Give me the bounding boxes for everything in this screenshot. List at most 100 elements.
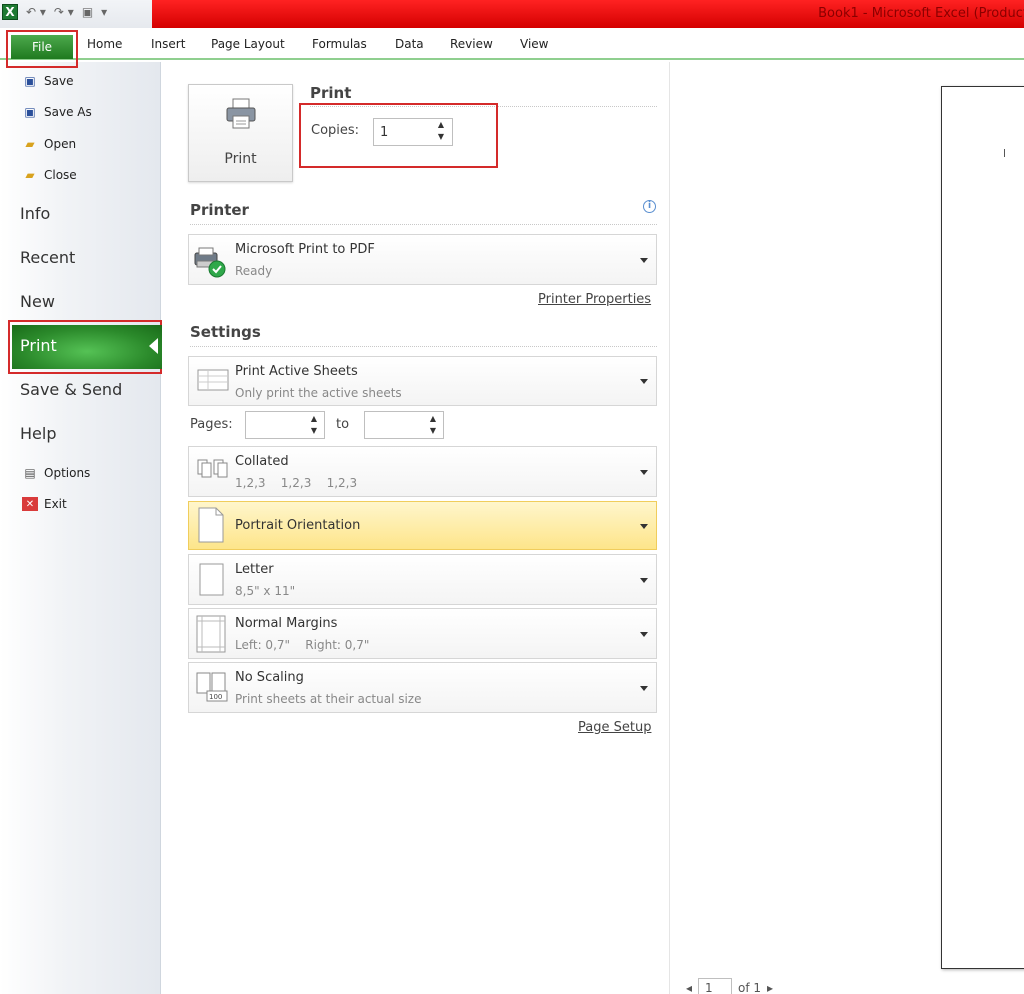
nav-recent[interactable]: Recent xyxy=(20,248,75,267)
preview-divider xyxy=(669,62,670,994)
redo-icon[interactable]: ↷ ▾ xyxy=(54,5,74,19)
nav-save-send[interactable]: Save & Send xyxy=(20,380,122,399)
printer-status: Ready xyxy=(235,264,273,278)
copies-label: Copies: xyxy=(311,123,360,138)
excel-logo-icon: X xyxy=(2,4,18,20)
chevron-down-icon xyxy=(640,578,648,583)
portrait-page-icon xyxy=(198,507,224,543)
active-sheets-subtitle: Only print the active sheets xyxy=(235,386,402,400)
copies-highlight: Copies: ▲▼ xyxy=(299,103,498,168)
orientation-dropdown[interactable]: Portrait Orientation xyxy=(188,501,657,550)
print-heading: Print xyxy=(310,84,352,102)
close-folder-icon: ▰ xyxy=(25,168,35,182)
nav-print-highlight: Print xyxy=(8,320,162,374)
nav-new[interactable]: New xyxy=(20,292,55,311)
preview-content-mark xyxy=(1004,149,1005,157)
file-tab-highlight: File xyxy=(6,30,78,68)
printer-name: Microsoft Print to PDF xyxy=(235,242,375,257)
previous-page-icon[interactable]: ◂ xyxy=(686,981,692,994)
title-bar: X ↶ ▾ ↷ ▾ ▣ ▾ Book1 - Microsoft Excel (P… xyxy=(0,0,1024,28)
tab-insert[interactable]: Insert xyxy=(151,37,185,51)
pages-label: Pages: xyxy=(190,417,233,432)
collated-title: Collated xyxy=(235,454,289,469)
tab-file[interactable]: File xyxy=(11,35,73,59)
pages-to-stepper-icon[interactable]: ▲ ▼ xyxy=(427,413,439,437)
tab-formulas[interactable]: Formulas xyxy=(312,37,367,51)
nav-help[interactable]: Help xyxy=(20,424,56,443)
page-number-input[interactable]: 1 xyxy=(698,978,733,994)
margins-dropdown[interactable]: Normal Margins Left: 0,7" Right: 0,7" xyxy=(188,608,657,659)
chevron-down-icon xyxy=(640,686,648,691)
tab-page-layout[interactable]: Page Layout xyxy=(211,37,285,51)
print-button-label: Print xyxy=(224,151,257,167)
nav-print-label: Print xyxy=(20,336,57,355)
pages-to-label: to xyxy=(336,417,350,432)
scaling-icon: 100 xyxy=(196,672,228,702)
info-icon[interactable]: i xyxy=(643,200,656,213)
chevron-down-icon xyxy=(640,379,648,384)
nav-info[interactable]: Info xyxy=(20,204,50,223)
tab-review[interactable]: Review xyxy=(450,37,493,51)
margins-title: Normal Margins xyxy=(235,616,338,631)
title-bar-red: Book1 - Microsoft Excel (Product xyxy=(152,0,1024,28)
nav-close[interactable]: ▰ Close xyxy=(22,168,77,182)
save-as-icon: ▣ xyxy=(24,105,36,119)
chevron-down-icon xyxy=(640,524,648,529)
selected-arrow-icon xyxy=(149,338,158,354)
exit-icon: ✕ xyxy=(22,497,38,511)
margins-icon xyxy=(196,615,226,653)
margins-subtitle: Left: 0,7" Right: 0,7" xyxy=(235,638,370,652)
printer-icon xyxy=(226,98,256,129)
copies-stepper-icon[interactable]: ▲ ▼ xyxy=(435,119,447,143)
customize-toolbar-icon[interactable]: ▾ xyxy=(101,5,107,19)
printer-heading: Printer xyxy=(190,201,249,219)
divider xyxy=(190,346,657,347)
printer-properties-link[interactable]: Printer Properties xyxy=(538,292,651,307)
nav-save-label: Save xyxy=(44,74,74,88)
options-icon: ▤ xyxy=(24,466,36,480)
nav-save-as-label: Save As xyxy=(44,105,92,119)
save-icon[interactable]: ▣ xyxy=(82,5,93,19)
nav-save-as[interactable]: ▣ Save As xyxy=(22,105,92,119)
next-page-icon[interactable]: ▸ xyxy=(767,981,773,994)
save-icon: ▣ xyxy=(24,74,36,88)
chevron-down-icon xyxy=(640,258,648,263)
scaling-dropdown[interactable]: 100 No Scaling Print sheets at their act… xyxy=(188,662,657,713)
nav-save[interactable]: ▣ Save xyxy=(22,74,73,88)
nav-close-label: Close xyxy=(44,168,77,182)
nav-open[interactable]: ▰ Open xyxy=(22,137,76,151)
ribbon-tabs: Home Insert Page Layout Formulas Data Re… xyxy=(0,28,1024,60)
collated-dropdown[interactable]: Collated 1,2,3 1,2,3 1,2,3 xyxy=(188,446,657,497)
scaling-subtitle: Print sheets at their actual size xyxy=(235,692,422,706)
paper-title: Letter xyxy=(235,562,274,577)
nav-exit[interactable]: ✕ Exit xyxy=(22,497,67,511)
nav-options[interactable]: ▤ Options xyxy=(22,466,90,480)
tab-data[interactable]: Data xyxy=(395,37,424,51)
page-setup-link[interactable]: Page Setup xyxy=(578,720,651,735)
paper-size-dropdown[interactable]: Letter 8,5" x 11" xyxy=(188,554,657,605)
divider xyxy=(190,224,657,225)
quick-access-toolbar: X ↶ ▾ ↷ ▾ ▣ ▾ xyxy=(2,4,107,20)
undo-icon[interactable]: ↶ ▾ xyxy=(26,5,46,19)
tab-home[interactable]: Home xyxy=(87,37,122,51)
paper-icon xyxy=(199,563,224,596)
collated-icon xyxy=(197,459,228,478)
page-total: of 1 xyxy=(738,981,762,994)
chevron-down-icon xyxy=(640,632,648,637)
print-button[interactable]: Print xyxy=(188,84,293,182)
orientation-title: Portrait Orientation xyxy=(235,518,361,533)
nav-exit-label: Exit xyxy=(44,497,67,511)
printer-dropdown[interactable]: Microsoft Print to PDF Ready xyxy=(188,234,657,285)
sheets-icon xyxy=(197,369,229,391)
printer-ready-icon xyxy=(194,247,226,278)
paper-subtitle: 8,5" x 11" xyxy=(235,584,296,598)
tab-view[interactable]: View xyxy=(520,37,548,51)
window-title: Book1 - Microsoft Excel (Product xyxy=(818,6,1024,21)
pages-from-stepper-icon[interactable]: ▲ ▼ xyxy=(308,413,320,437)
open-folder-icon: ▰ xyxy=(25,137,35,151)
nav-options-label: Options xyxy=(44,466,91,480)
print-preview-page xyxy=(941,86,1024,969)
print-active-sheets-dropdown[interactable]: Print Active Sheets Only print the activ… xyxy=(188,356,657,406)
chevron-down-icon xyxy=(640,470,648,475)
preview-pager: ◂ 1 of 1 ▸ xyxy=(686,978,773,994)
